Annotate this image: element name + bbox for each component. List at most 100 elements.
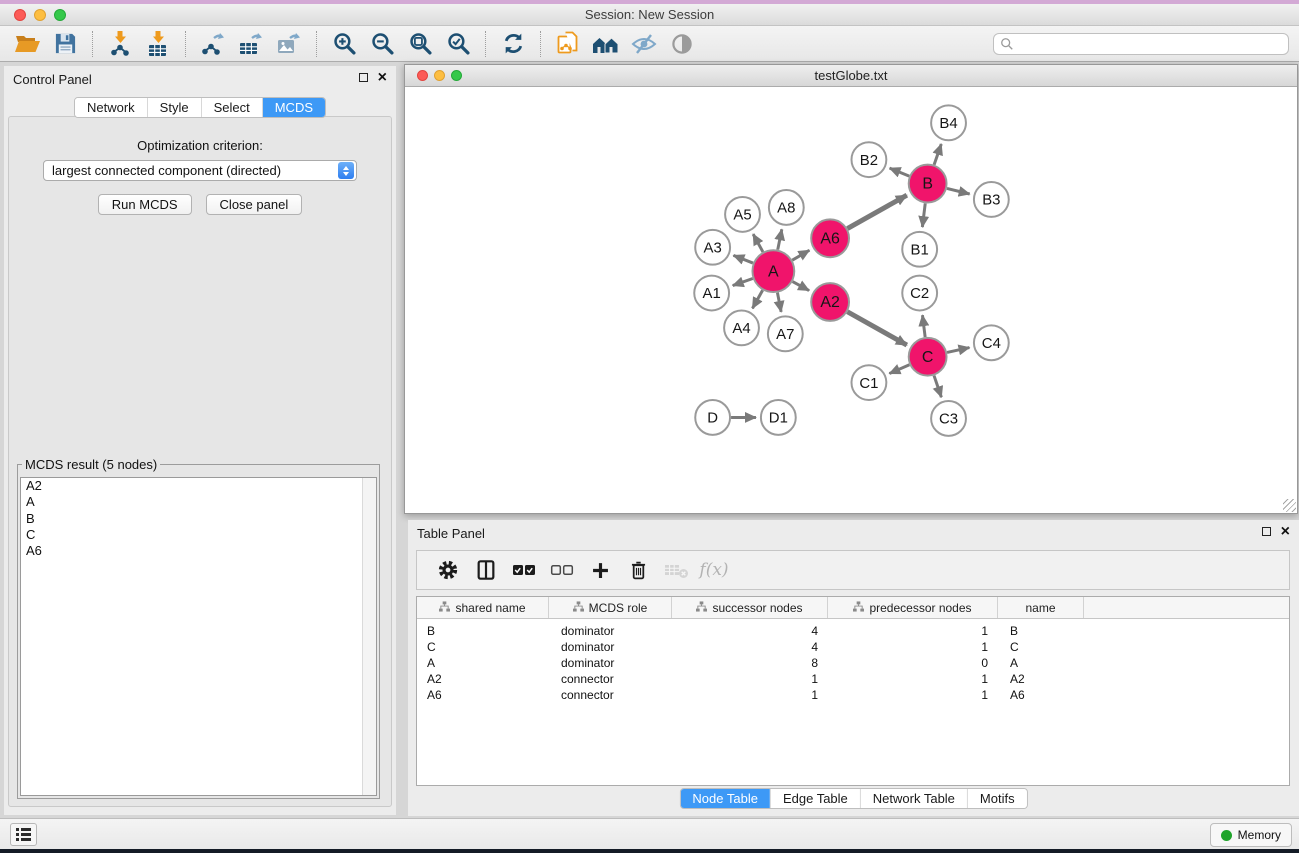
mcds-result-item[interactable]: B	[21, 511, 376, 527]
graph-edge-B-B3[interactable]	[947, 188, 970, 194]
graph-node-A[interactable]: A	[752, 250, 794, 292]
close-table-panel-icon[interactable]: ×	[1281, 526, 1290, 537]
tab-network[interactable]: Network	[75, 98, 147, 117]
graph-edge-A-A4[interactable]	[752, 290, 762, 308]
graph-edge-A-A7[interactable]	[777, 293, 781, 312]
graph-node-C1[interactable]: C1	[851, 365, 886, 400]
window-resize-handle[interactable]	[1283, 499, 1296, 512]
graph-edge-A-A8[interactable]	[778, 229, 782, 249]
graph-node-B[interactable]: B	[909, 165, 947, 203]
network-close-button[interactable]	[417, 70, 428, 81]
table-row[interactable]: Bdominator41B	[417, 623, 1289, 639]
graph-edge-C-C1[interactable]	[889, 365, 909, 374]
network-graph[interactable]: A A1 A2 A3 A4 A5 A6 A7 A8 B B1 B2 B3 B4 C C1 C2 C3 C4 D D1	[405, 88, 1297, 513]
tab-network-table[interactable]: Network Table	[860, 789, 967, 808]
deselect-all-icon[interactable]	[543, 563, 581, 577]
tab-node-table[interactable]: Node Table	[680, 789, 770, 808]
graph-node-A8[interactable]: A8	[769, 190, 804, 225]
refresh-layout-icon[interactable]	[497, 29, 529, 59]
close-panel-icon[interactable]: ×	[378, 72, 387, 83]
tab-mcds[interactable]: MCDS	[262, 98, 325, 117]
graph-edge-C-C3[interactable]	[934, 376, 941, 398]
graph-edge-A-A2[interactable]	[793, 282, 810, 291]
export-table-icon[interactable]	[235, 29, 267, 59]
close-panel-button[interactable]: Close panel	[206, 194, 303, 215]
mcds-result-list[interactable]: A2ABCA6	[20, 477, 377, 796]
graph-node-A4[interactable]: A4	[724, 310, 759, 345]
column-header-successor-nodes[interactable]: successor nodes	[672, 597, 828, 618]
graph-node-B3[interactable]: B3	[974, 182, 1009, 217]
float-table-panel-icon[interactable]	[1262, 527, 1271, 536]
import-table-icon[interactable]	[142, 29, 174, 59]
graph-node-C2[interactable]: C2	[902, 276, 937, 311]
network-canvas[interactable]: A A1 A2 A3 A4 A5 A6 A7 A8 B B1 B2 B3 B4 C C1 C2 C3 C4 D D1	[405, 88, 1297, 513]
column-header-predecessor-nodes[interactable]: predecessor nodes	[828, 597, 998, 618]
graph-edge-A-A5[interactable]	[753, 234, 763, 252]
graph-edge-C-C4[interactable]	[947, 348, 969, 353]
tab-style[interactable]: Style	[147, 98, 201, 117]
network-window-titlebar[interactable]: testGlobe.txt	[405, 65, 1297, 87]
table-settings-icon[interactable]	[429, 559, 467, 581]
float-panel-icon[interactable]	[359, 73, 368, 82]
mcds-result-item[interactable]: A	[21, 494, 376, 510]
close-window-button[interactable]	[14, 9, 26, 21]
show-columns-icon[interactable]	[467, 559, 505, 581]
open-file-icon[interactable]	[11, 29, 43, 59]
add-column-icon[interactable]	[581, 560, 619, 581]
graphics-details-icon[interactable]	[666, 29, 698, 59]
task-history-button[interactable]	[10, 823, 37, 846]
graph-node-B4[interactable]: B4	[931, 105, 966, 140]
zoom-out-icon[interactable]	[366, 29, 398, 59]
minimize-window-button[interactable]	[34, 9, 46, 21]
graph-node-A6[interactable]: A6	[811, 219, 849, 257]
export-network-icon[interactable]	[197, 29, 229, 59]
graph-node-A1[interactable]: A1	[694, 276, 729, 311]
zoom-selected-icon[interactable]	[442, 29, 474, 59]
hide-selected-icon[interactable]	[628, 29, 660, 59]
graph-node-A7[interactable]: A7	[768, 316, 803, 351]
new-network-from-selection-icon[interactable]	[552, 29, 584, 59]
graph-node-A5[interactable]: A5	[725, 197, 760, 232]
tab-edge-table[interactable]: Edge Table	[770, 789, 860, 808]
export-image-icon[interactable]	[273, 29, 305, 59]
mcds-result-item[interactable]: C	[21, 527, 376, 543]
graph-node-B2[interactable]: B2	[851, 142, 886, 177]
graph-node-B1[interactable]: B1	[902, 232, 937, 267]
zoom-window-button[interactable]	[54, 9, 66, 21]
table-row[interactable]: A2connector11A2	[417, 671, 1289, 687]
search-input[interactable]	[1018, 35, 1282, 53]
network-minimize-button[interactable]	[434, 70, 445, 81]
graph-node-A3[interactable]: A3	[695, 230, 730, 265]
graph-edge-A6-B[interactable]	[847, 195, 906, 228]
graph-edge-B-B2[interactable]	[890, 168, 910, 176]
graph-edge-A-A3[interactable]	[733, 255, 753, 263]
graph-node-D1[interactable]: D1	[761, 400, 796, 435]
network-zoom-button[interactable]	[451, 70, 462, 81]
memory-button[interactable]: Memory	[1210, 823, 1292, 847]
graph-edge-C-C2[interactable]	[922, 315, 925, 337]
first-neighbors-icon[interactable]	[590, 29, 622, 59]
graph-edge-B-B4[interactable]	[934, 144, 941, 165]
graph-edge-A-A6[interactable]	[792, 250, 809, 260]
graph-node-C3[interactable]: C3	[931, 401, 966, 436]
zoom-fit-icon[interactable]	[404, 29, 436, 59]
run-mcds-button[interactable]: Run MCDS	[98, 194, 192, 215]
mcds-result-item[interactable]: A2	[21, 478, 376, 494]
graph-node-A2[interactable]: A2	[811, 283, 849, 321]
graph-node-C[interactable]: C	[909, 338, 947, 376]
tab-motifs[interactable]: Motifs	[967, 789, 1027, 808]
graph-edge-A2-C[interactable]	[847, 312, 906, 345]
zoom-in-icon[interactable]	[328, 29, 360, 59]
graph-edge-A-A1[interactable]	[733, 279, 753, 286]
table-row[interactable]: Adominator80A	[417, 655, 1289, 671]
save-session-icon[interactable]	[49, 29, 81, 59]
tab-select[interactable]: Select	[201, 98, 262, 117]
graph-node-C4[interactable]: C4	[974, 325, 1009, 360]
result-list-scrollbar[interactable]	[362, 478, 376, 795]
graph-node-D[interactable]: D	[695, 400, 730, 435]
column-header-name[interactable]: name	[998, 597, 1084, 618]
optimization-criterion-select[interactable]: largest connected component (directed)	[43, 160, 357, 181]
graph-edge-B-B1[interactable]	[922, 203, 925, 227]
mcds-result-item[interactable]: A6	[21, 543, 376, 559]
table-row[interactable]: Cdominator41C	[417, 639, 1289, 655]
